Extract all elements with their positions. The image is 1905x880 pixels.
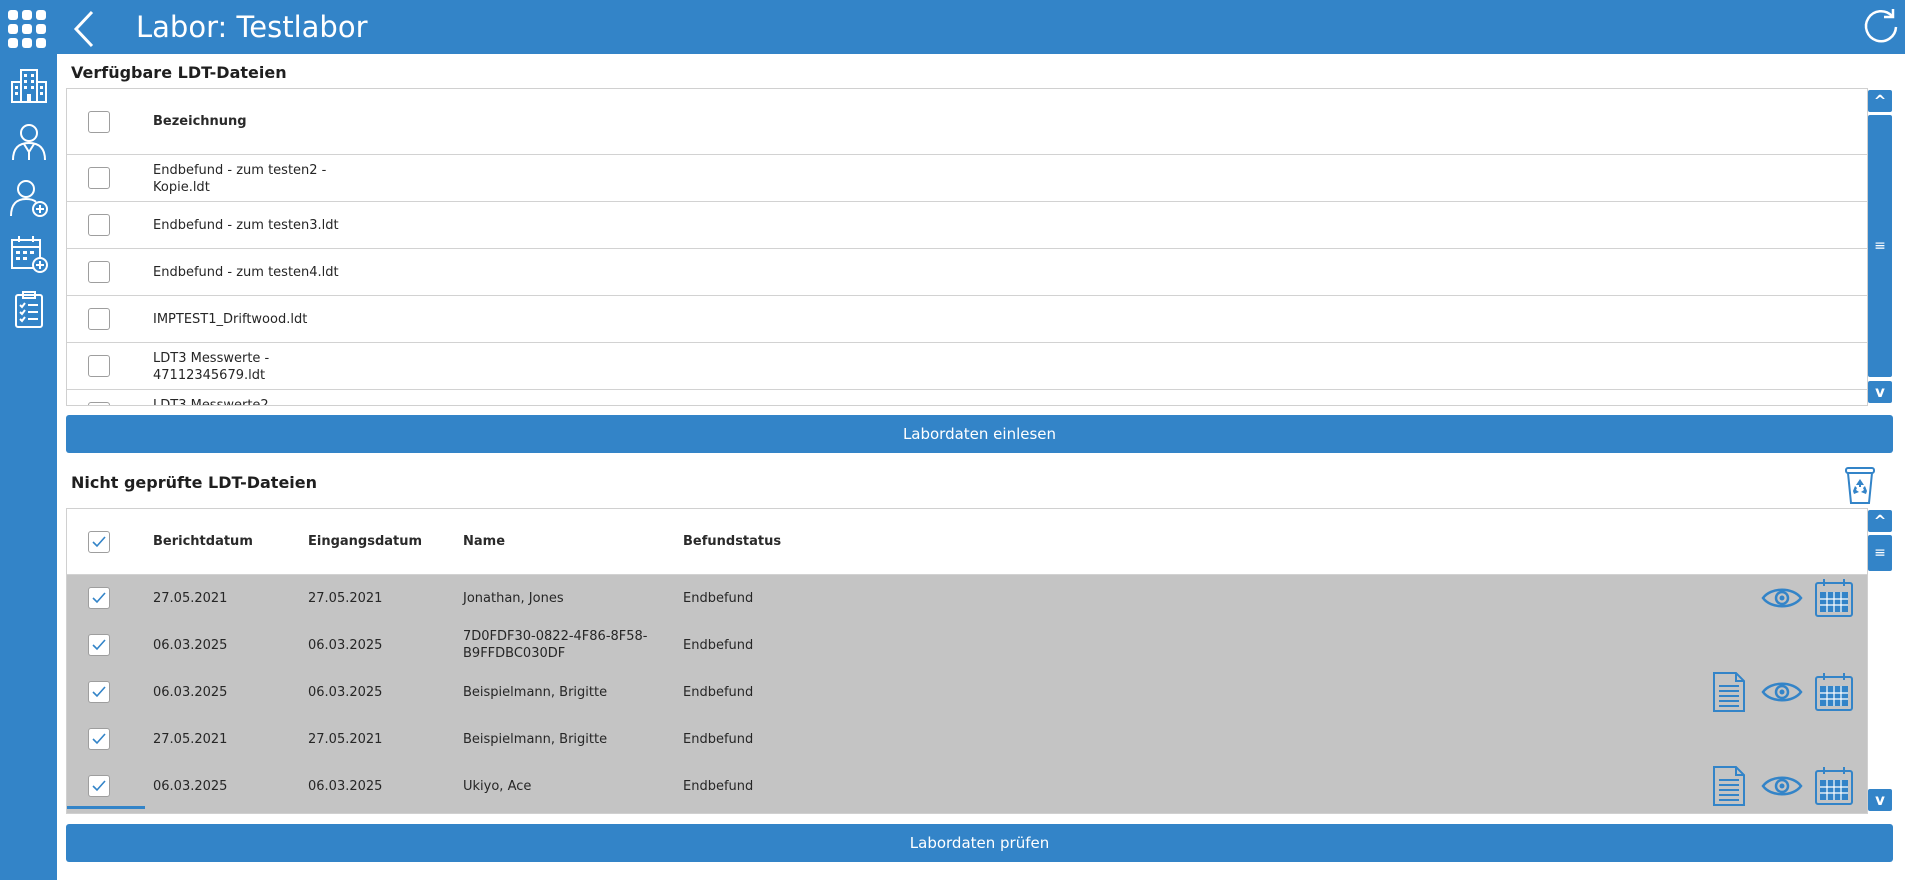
eye-icon[interactable] (1761, 679, 1803, 705)
row-checkbox[interactable] (88, 681, 110, 703)
table-row[interactable]: 06.03.2025 06.03.2025 Beispielmann, Brig… (67, 669, 1867, 716)
add-calendar-icon[interactable] (9, 234, 49, 274)
cell-name: Jonathan, Jones (463, 591, 564, 606)
file-name: LDT3 Messwerte - 47112345679.ldt (153, 351, 270, 383)
scroll-up-button[interactable]: ^ (1868, 510, 1892, 532)
scroll-down-button[interactable]: v (1868, 789, 1892, 811)
read-lab-data-button[interactable]: Labordaten einlesen (66, 415, 1893, 453)
cell-berichtdatum: 06.03.2025 (153, 779, 228, 794)
cell-befundstatus: Endbefund (683, 779, 754, 794)
recycle-bin-icon[interactable] (1844, 465, 1876, 505)
scroll-up-button[interactable]: ^ (1868, 90, 1892, 112)
cell-eingangsdatum: 06.03.2025 (308, 638, 383, 653)
cell-eingangsdatum: 06.03.2025 (308, 779, 383, 794)
file-name: LDT3 Messwerte2 (153, 398, 269, 406)
document-icon[interactable] (1712, 671, 1746, 713)
table-row[interactable]: 06.03.2025 06.03.2025 Ukiyo, Ace Endbefu… (67, 763, 1867, 813)
row-checkbox[interactable] (88, 728, 110, 750)
unchecked-files-table: Berichtdatum Eingangsdatum Name Befundst… (66, 508, 1868, 814)
eye-icon[interactable] (1761, 773, 1803, 799)
file-row-checkbox[interactable] (88, 402, 110, 405)
file-row[interactable]: Endbefund - zum testen4.ldt (67, 249, 1867, 296)
file-row-checkbox[interactable] (88, 308, 110, 330)
column-header-eingangsdatum: Eingangsdatum (308, 534, 423, 549)
unchecked-files-title: Nicht geprüfte LDT-Dateien (71, 473, 318, 492)
cell-eingangsdatum: 06.03.2025 (308, 685, 383, 700)
calendar-icon[interactable] (1814, 578, 1854, 618)
cell-name: Beispielmann, Brigitte (463, 732, 608, 747)
file-name: Endbefund - zum testen4.ldt (153, 265, 339, 280)
column-header-name: Name (463, 534, 506, 549)
select-all-checkbox[interactable] (88, 531, 110, 553)
scroll-down-button[interactable]: v (1868, 381, 1892, 403)
row-checkbox[interactable] (88, 775, 110, 797)
cell-befundstatus: Endbefund (683, 732, 754, 747)
clipboard-checklist-icon[interactable] (9, 290, 49, 330)
file-row-checkbox[interactable] (88, 261, 110, 283)
select-all-checkbox[interactable] (88, 111, 110, 133)
calendar-icon[interactable] (1814, 672, 1854, 712)
row-checkbox[interactable] (88, 634, 110, 656)
refresh-icon[interactable] (1862, 8, 1900, 46)
cell-befundstatus: Endbefund (683, 685, 754, 700)
table-header-row: Bezeichnung (67, 89, 1867, 155)
cell-name: 7D0FDF30-0822-4F86-8F58- B9FFDBC030DF (463, 629, 648, 661)
sidebar (0, 54, 57, 880)
page-title: Labor: Testlabor (136, 10, 368, 44)
cell-berichtdatum: 27.05.2021 (153, 591, 228, 606)
cell-name: Beispielmann, Brigitte (463, 685, 608, 700)
cell-berichtdatum: 27.05.2021 (153, 732, 228, 747)
available-files-title: Verfügbare LDT-Dateien (71, 63, 287, 82)
unchecked-scrollbar[interactable]: ^ ≡ v (1868, 510, 1892, 812)
cell-berichtdatum: 06.03.2025 (153, 638, 228, 653)
cell-befundstatus: Endbefund (683, 591, 754, 606)
calendar-icon[interactable] (1814, 766, 1854, 806)
cell-name: Ukiyo, Ace (463, 779, 532, 794)
cell-eingangsdatum: 27.05.2021 (308, 591, 383, 606)
table-header-row: Berichtdatum Eingangsdatum Name Befundst… (67, 509, 1867, 575)
file-row[interactable]: IMPTEST1_Driftwood.ldt (67, 296, 1867, 343)
building-icon[interactable] (9, 66, 49, 106)
file-name: Endbefund - zum testen2 - Kopie.ldt (153, 163, 327, 195)
back-chevron-icon[interactable] (70, 10, 98, 48)
column-header-berichtdatum: Berichtdatum (153, 534, 253, 549)
row-focus-indicator (67, 806, 145, 809)
available-scrollbar[interactable]: ^ ≡ v (1868, 90, 1892, 404)
scroll-thumb[interactable]: ≡ (1868, 535, 1892, 571)
user-icon[interactable] (9, 122, 49, 162)
file-row[interactable]: LDT3 Messwerte - 47112345679.ldt (67, 343, 1867, 390)
selected-rows-area: 27.05.2021 27.05.2021 Jonathan, Jones En… (67, 575, 1867, 813)
table-row[interactable]: 27.05.2021 27.05.2021 Beispielmann, Brig… (67, 716, 1867, 763)
table-row[interactable]: 06.03.2025 06.03.2025 7D0FDF30-0822-4F86… (67, 622, 1867, 669)
column-header-befundstatus: Befundstatus (683, 534, 782, 549)
cell-eingangsdatum: 27.05.2021 (308, 732, 383, 747)
file-row-checkbox[interactable] (88, 214, 110, 236)
file-row-checkbox[interactable] (88, 167, 110, 189)
column-header-bezeichnung: Bezeichnung (153, 114, 247, 129)
eye-icon[interactable] (1761, 585, 1803, 611)
cell-berichtdatum: 06.03.2025 (153, 685, 228, 700)
cell-befundstatus: Endbefund (683, 638, 754, 653)
file-name: IMPTEST1_Driftwood.ldt (153, 312, 308, 327)
file-name: Endbefund - zum testen3.ldt (153, 218, 339, 233)
scroll-thumb-grip-icon: ≡ (1874, 238, 1886, 254)
add-user-icon[interactable] (9, 178, 49, 218)
scroll-thumb-grip-icon: ≡ (1874, 545, 1886, 561)
available-files-table: Bezeichnung Endbefund - zum testen2 - Ko… (66, 88, 1868, 406)
table-row[interactable]: 27.05.2021 27.05.2021 Jonathan, Jones En… (67, 575, 1867, 622)
file-row[interactable]: Endbefund - zum testen2 - Kopie.ldt (67, 155, 1867, 202)
document-icon[interactable] (1712, 765, 1746, 807)
top-bar: Labor: Testlabor (0, 0, 1905, 54)
check-lab-data-button[interactable]: Labordaten prüfen (66, 824, 1893, 862)
apps-grid-icon[interactable] (8, 10, 46, 48)
row-checkbox[interactable] (88, 587, 110, 609)
file-row[interactable]: Endbefund - zum testen3.ldt (67, 202, 1867, 249)
file-row[interactable]: LDT3 Messwerte2 (67, 390, 1867, 406)
file-row-checkbox[interactable] (88, 355, 110, 377)
scroll-thumb[interactable]: ≡ (1868, 115, 1892, 377)
